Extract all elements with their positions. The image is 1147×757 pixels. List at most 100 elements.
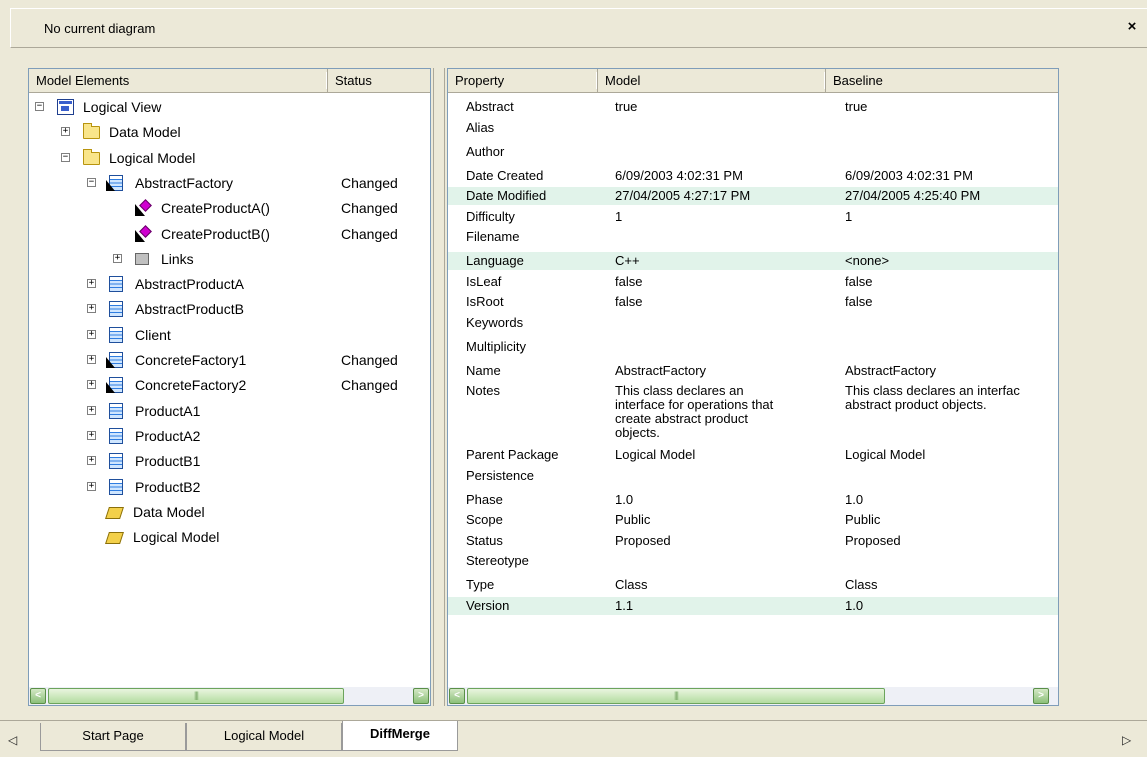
property-name: IsLeaf — [466, 274, 502, 289]
open-folder-icon — [105, 506, 124, 519]
property-row[interactable]: Parent Package Logical Model Logical Model — [448, 446, 1058, 467]
props-horizontal-scrollbar[interactable]: < > — [448, 687, 1058, 705]
scroll-left-button[interactable]: < — [449, 688, 465, 704]
property-row[interactable]: Persistence — [448, 467, 1058, 491]
property-row[interactable]: Type Class Class — [448, 576, 1058, 597]
tree-row[interactable]: CreateProductA() Changed — [29, 196, 430, 221]
property-row[interactable]: Filename — [448, 228, 1058, 252]
collapse-icon[interactable]: − — [35, 102, 44, 111]
tree-row[interactable]: + ConcreteFactory1 Changed — [29, 348, 430, 373]
property-name: Phase — [466, 492, 503, 507]
tree-row[interactable]: + ProductA2 — [29, 424, 430, 449]
property-row[interactable]: Scope Public Public — [448, 511, 1058, 532]
property-name: Keywords — [466, 315, 524, 330]
column-header-status[interactable]: Status — [328, 69, 430, 93]
tree-row[interactable]: + AbstractProductB — [29, 297, 430, 322]
tree-row[interactable]: + Data Model — [29, 120, 430, 145]
property-row[interactable]: Status Proposed Proposed — [448, 532, 1058, 553]
property-row[interactable]: Notes This class declares an interface for… — [448, 382, 1058, 446]
property-row[interactable]: Date Modified 27/04/2005 4:27:17 PM 27/04/… — [448, 187, 1058, 205]
property-row[interactable]: Abstract true true — [448, 98, 1058, 119]
baseline-value-line: 1 — [845, 209, 853, 224]
property-row[interactable]: Phase 1.0 1.0 — [448, 491, 1058, 512]
tree-item-label: ProductA2 — [135, 427, 201, 444]
expand-icon[interactable]: + — [87, 329, 96, 339]
tree-horizontal-scrollbar[interactable]: < > — [29, 687, 430, 705]
property-row[interactable]: Alias — [448, 119, 1058, 143]
tree-item-label: AbstractProductB — [135, 301, 244, 318]
column-header-model[interactable]: Model — [598, 69, 826, 93]
property-name: Type — [466, 578, 495, 592]
baseline-value-line: This class declares an interfac — [845, 384, 1020, 398]
property-name: Notes — [466, 384, 500, 398]
tab-scroll-right-icon[interactable]: ▷ — [1122, 733, 1131, 747]
collapse-icon[interactable]: − — [87, 177, 96, 187]
tree-row[interactable]: + ConcreteFactory2 Changed — [29, 373, 430, 398]
property-row[interactable]: Keywords — [448, 314, 1058, 338]
property-row[interactable]: Version 1.1 1.0 — [448, 596, 1058, 615]
expand-icon[interactable]: + — [87, 380, 96, 390]
model-value-line: 1.0 — [615, 492, 634, 507]
scroll-thumb[interactable] — [48, 688, 344, 704]
model-value-line: C++ — [615, 254, 640, 268]
model-value-line: create abstract product — [615, 411, 748, 426]
tree-row[interactable]: Data Model — [29, 500, 430, 525]
tree-row[interactable]: + Links — [29, 247, 430, 272]
tree-row[interactable]: − Logical View — [29, 95, 430, 120]
expand-icon[interactable]: + — [87, 304, 96, 314]
model-value-line: Public — [615, 513, 651, 527]
baseline-value: false — [845, 275, 1058, 289]
baseline-value-line: Proposed — [845, 533, 901, 548]
scroll-right-button[interactable]: > — [413, 688, 429, 704]
expand-icon[interactable]: + — [87, 430, 96, 440]
property-row[interactable]: Date Created 6/09/2003 4:02:31 PM 6/09/200… — [448, 167, 1058, 188]
scroll-right-button[interactable]: > — [1033, 688, 1049, 704]
property-row[interactable]: IsLeaf false false — [448, 273, 1058, 294]
model-elements-pane: Model Elements Status − Logical View + Data… — [28, 68, 431, 706]
baseline-value: AbstractFactory — [845, 364, 1058, 378]
tab-diffmerge[interactable]: DiffMerge — [342, 721, 458, 751]
property-row[interactable]: IsRoot false false — [448, 293, 1058, 314]
model-value-line: Logical Model — [615, 448, 696, 462]
property-row[interactable]: Stereotype — [448, 552, 1058, 576]
baseline-value: 1.0 — [845, 493, 1058, 507]
tree-row[interactable]: + ProductB2 — [29, 475, 430, 500]
collapse-icon[interactable]: − — [61, 152, 70, 162]
tree-row[interactable]: − AbstractFactory Changed — [29, 171, 430, 196]
tab-scroll-left-icon[interactable]: ◁ — [8, 733, 17, 747]
tab-logical-model[interactable]: Logical Model — [186, 723, 342, 751]
tree-row[interactable]: + AbstractProductA — [29, 272, 430, 297]
expand-icon[interactable]: + — [87, 456, 96, 466]
column-header-baseline[interactable]: Baseline — [826, 69, 1058, 93]
property-row[interactable]: Language C++ <none> — [448, 252, 1058, 270]
model-value: Public — [615, 513, 835, 527]
tree-item-label: Logical Model — [109, 149, 196, 166]
close-icon[interactable]: × — [1123, 18, 1141, 35]
expand-icon[interactable]: + — [87, 279, 96, 289]
pane-splitter[interactable] — [433, 68, 445, 706]
property-row[interactable]: Name AbstractFactory AbstractFactory — [448, 362, 1058, 383]
scroll-thumb[interactable] — [467, 688, 885, 704]
title-bar: No current diagram — [10, 8, 1147, 48]
tree-item-label: Links — [161, 250, 194, 267]
expand-icon[interactable]: + — [113, 253, 122, 263]
expand-icon[interactable]: + — [87, 481, 96, 491]
column-header-property[interactable]: Property — [448, 69, 598, 93]
tree-row[interactable]: − Logical Model — [29, 146, 430, 171]
column-header-model-elements[interactable]: Model Elements — [29, 69, 328, 93]
tree-row[interactable]: + Client — [29, 323, 430, 348]
property-row[interactable]: Difficulty 1 1 — [448, 208, 1058, 229]
tree-row[interactable]: + ProductB1 — [29, 449, 430, 474]
model-value: Class — [615, 578, 835, 592]
tab-start-page[interactable]: Start Page — [40, 723, 186, 751]
property-row[interactable]: Multiplicity — [448, 338, 1058, 362]
tree-row[interactable]: Logical Model — [29, 525, 430, 550]
expand-icon[interactable]: + — [87, 405, 96, 415]
expand-icon[interactable]: + — [61, 127, 70, 137]
property-row[interactable]: Author — [448, 143, 1058, 167]
expand-icon[interactable]: + — [87, 355, 96, 364]
scroll-left-button[interactable]: < — [30, 688, 46, 704]
property-compare-pane: Property Model Baseline Abstract true true… — [447, 68, 1059, 706]
tree-row[interactable]: CreateProductB() Changed — [29, 222, 430, 247]
tree-row[interactable]: + ProductA1 — [29, 399, 430, 424]
